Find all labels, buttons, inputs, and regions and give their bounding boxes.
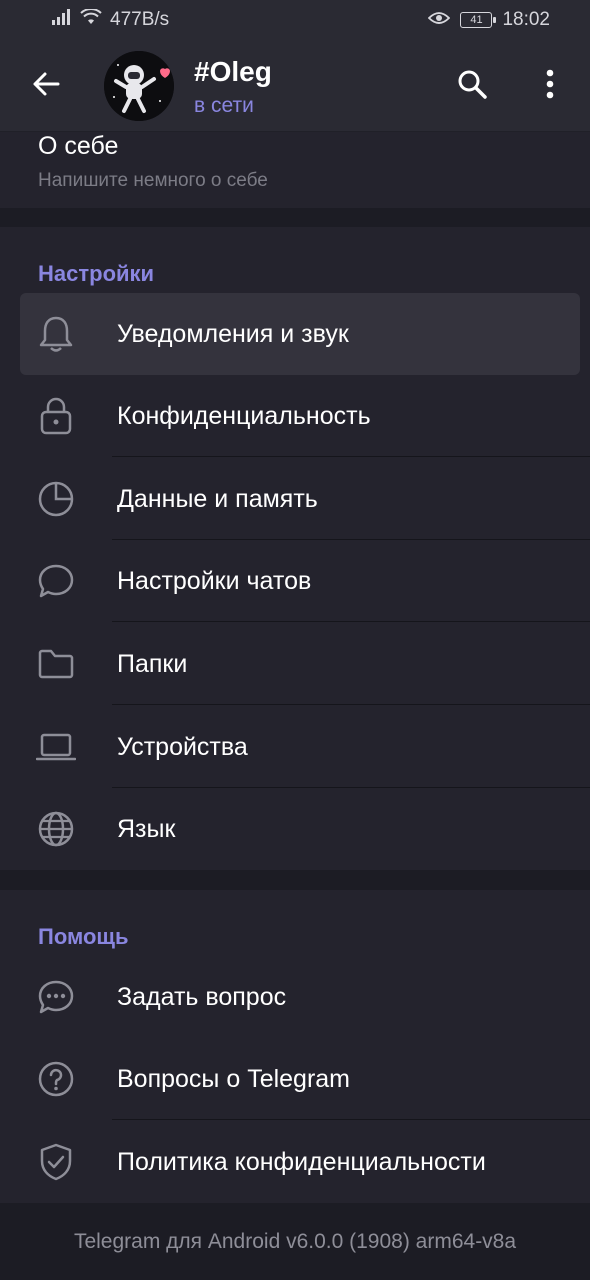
- network-speed: 477B/s: [110, 9, 170, 30]
- settings-item-language[interactable]: Язык: [0, 788, 590, 870]
- settings-item-label: Язык: [117, 814, 176, 843]
- chat-bubble-icon: [36, 561, 76, 601]
- divider: [112, 456, 590, 457]
- settings-item-label: Уведомления и звук: [117, 319, 349, 348]
- battery-icon: 41: [460, 12, 497, 28]
- about-section[interactable]: О себе Напишите немного о себе: [0, 132, 590, 208]
- more-menu-button[interactable]: [524, 60, 576, 112]
- bell-icon: [36, 314, 76, 354]
- status-bar: 477B/s 41 18:02: [0, 0, 590, 40]
- help-item-label: Политика конфиденциальности: [117, 1147, 486, 1176]
- lock-icon: [36, 396, 76, 436]
- search-icon: [456, 68, 488, 105]
- settings-section: Настройки Уведомления и звук Конфиденциа…: [0, 227, 590, 870]
- help-item-label: Задать вопрос: [117, 982, 287, 1011]
- arrow-left-icon: [31, 69, 61, 104]
- globe-icon: [36, 809, 76, 849]
- eye-icon: [428, 9, 451, 31]
- shield-check-icon: [36, 1142, 76, 1182]
- online-status: в сети: [194, 94, 254, 117]
- settings-item-devices[interactable]: Устройства: [0, 706, 590, 788]
- laptop-icon: [36, 727, 76, 767]
- settings-item-label: Настройки чатов: [117, 566, 312, 595]
- settings-item-folders[interactable]: Папки: [0, 623, 590, 705]
- app-bar: #Oleg в сети: [0, 40, 590, 132]
- signal-icon: [52, 9, 72, 31]
- about-label: О себе: [38, 132, 119, 160]
- astronaut-avatar-image: [104, 51, 174, 121]
- profile-name: #Oleg: [194, 56, 272, 87]
- settings-item-privacy[interactable]: Конфиденциальность: [0, 375, 590, 457]
- search-button[interactable]: [446, 60, 498, 112]
- settings-section-title: Настройки: [38, 261, 155, 286]
- settings-item-data-storage[interactable]: Данные и память: [0, 458, 590, 540]
- back-button[interactable]: [20, 60, 72, 112]
- divider: [112, 1119, 590, 1120]
- help-item-ask-question[interactable]: Задать вопрос: [0, 956, 590, 1038]
- help-section: Помощь Задать вопрос Вопросы о Telegram …: [0, 890, 590, 1203]
- help-item-telegram-faq[interactable]: Вопросы о Telegram: [0, 1038, 590, 1120]
- battery-level: 41: [470, 14, 483, 26]
- more-vertical-icon: [546, 69, 554, 104]
- divider: [112, 621, 590, 622]
- about-hint: Напишите немного о себе: [38, 170, 268, 191]
- clock: 18:02: [502, 9, 550, 30]
- settings-item-label: Папки: [117, 649, 188, 678]
- version-text: Telegram для Android v6.0.0 (1908) arm64…: [73, 1229, 517, 1253]
- help-section-title: Помощь: [38, 924, 129, 949]
- settings-item-label: Конфиденциальность: [117, 401, 371, 430]
- help-item-label: Вопросы о Telegram: [117, 1064, 351, 1093]
- chat-dots-icon: [36, 977, 76, 1017]
- divider: [112, 704, 590, 705]
- question-icon: [36, 1059, 76, 1099]
- folder-icon: [36, 644, 76, 684]
- help-item-privacy-policy[interactable]: Политика конфиденциальности: [0, 1121, 590, 1203]
- settings-item-chat-settings[interactable]: Настройки чатов: [0, 540, 590, 622]
- pie-chart-icon: [36, 479, 76, 519]
- wifi-icon: [80, 8, 102, 31]
- settings-item-notifications[interactable]: Уведомления и звук: [20, 293, 580, 375]
- version-footer: Telegram для Android v6.0.0 (1908) arm64…: [0, 1203, 590, 1280]
- avatar[interactable]: [104, 51, 174, 121]
- settings-item-label: Устройства: [117, 732, 248, 761]
- settings-item-label: Данные и память: [117, 484, 318, 513]
